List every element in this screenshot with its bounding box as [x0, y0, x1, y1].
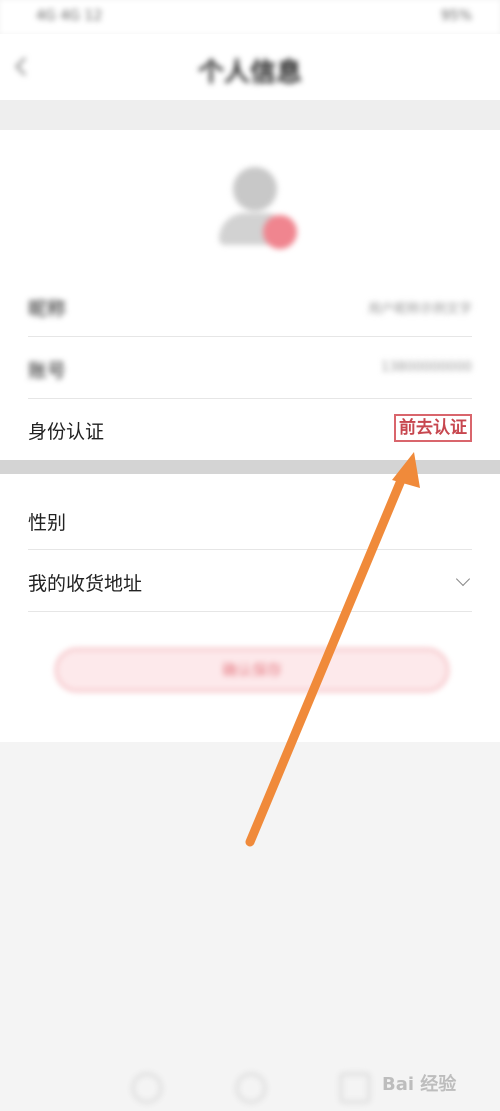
arrow-shaft — [245, 473, 407, 847]
annotation-arrow-icon — [245, 452, 420, 847]
